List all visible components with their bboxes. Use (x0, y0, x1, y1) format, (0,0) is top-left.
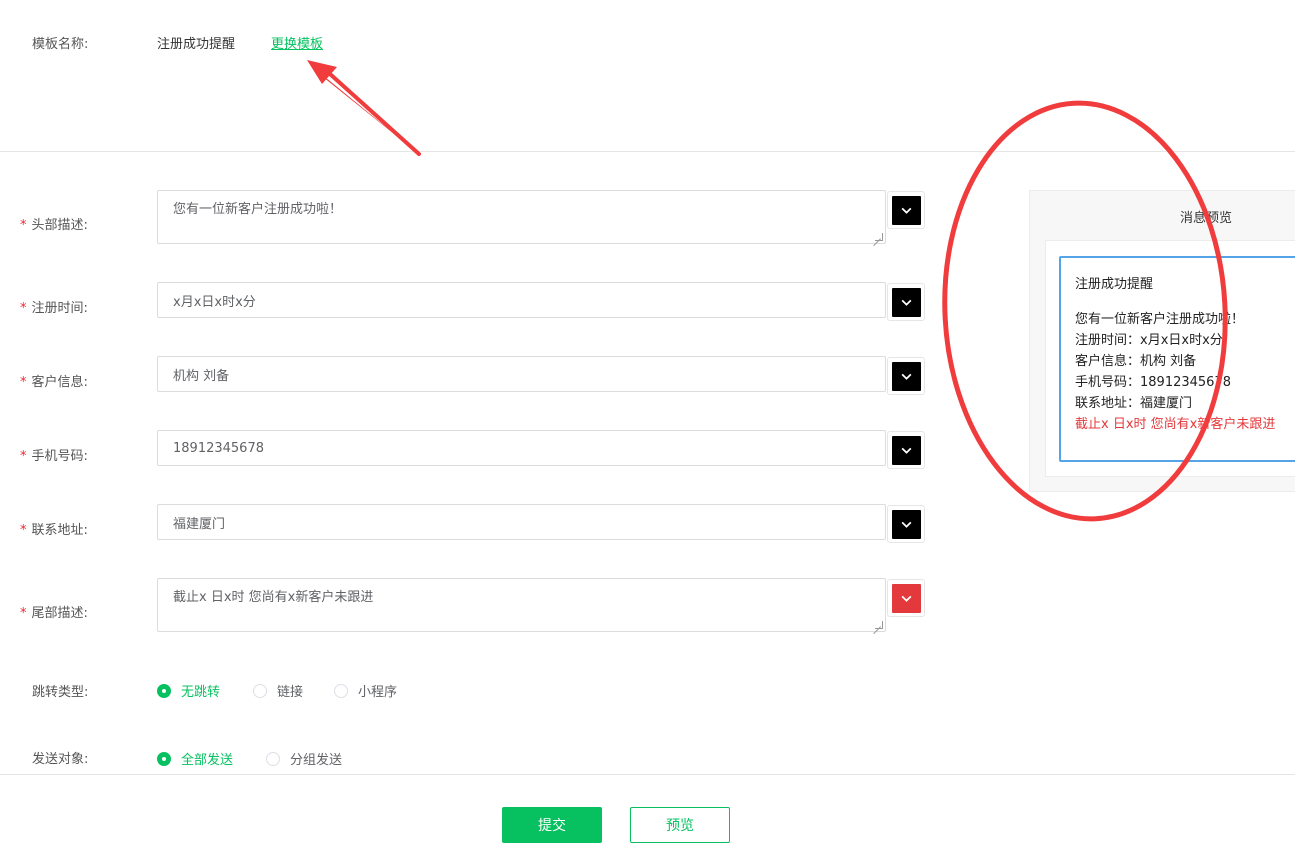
send-target-label: 发送对象: (32, 752, 89, 767)
chevron-down-icon (901, 521, 911, 528)
header-desc-color-picker[interactable] (887, 191, 925, 229)
customer-info-label: * 客户信息: (20, 375, 88, 390)
resize-grip-icon[interactable] (875, 233, 883, 241)
radio-icon (157, 751, 171, 766)
color-swatch (891, 195, 921, 225)
chevron-down-icon (901, 299, 911, 306)
address-input[interactable]: 福建厦门 (157, 504, 886, 540)
section-divider (0, 151, 1295, 152)
phone-color-picker[interactable] (887, 431, 925, 469)
radio-icon (253, 683, 267, 698)
template-name-value: 注册成功提醒 (157, 37, 236, 52)
chevron-down-icon (901, 595, 911, 602)
radio-send-group[interactable]: 分组发送 (266, 749, 342, 768)
preview-card-title: 注册成功提醒 (1075, 277, 1154, 292)
preview-line: 联系地址：福建厦门 (1075, 396, 1193, 411)
color-swatch (891, 583, 921, 613)
footer-desc-label: * 尾部描述: (20, 606, 88, 621)
change-template-link[interactable]: 更换模板 (271, 33, 323, 52)
preview-line: 您有一位新客户注册成功啦！ (1075, 312, 1245, 327)
resize-grip-icon[interactable] (875, 621, 883, 629)
preview-title: 消息预览 (1180, 211, 1233, 226)
address-label: * 联系地址: (20, 523, 88, 538)
customer-info-color-picker[interactable] (887, 357, 925, 395)
footer-desc-color-picker[interactable] (887, 579, 925, 617)
radio-icon (334, 683, 348, 698)
register-time-input[interactable]: x月x日x时x分 (157, 282, 886, 318)
radio-icon (157, 683, 171, 698)
phone-input[interactable]: 18912345678 (157, 430, 886, 466)
register-time-color-picker[interactable] (887, 283, 925, 321)
footer-divider (0, 774, 1295, 775)
preview-line: 手机号码：18912345678 (1075, 375, 1231, 390)
color-swatch (891, 509, 921, 539)
chevron-down-icon (901, 207, 911, 214)
phone-label: * 手机号码: (20, 449, 88, 464)
customer-info-input[interactable]: 机构 刘备 (157, 356, 886, 392)
annotation-arrow-icon (307, 60, 421, 156)
radio-link[interactable]: 链接 (253, 681, 303, 700)
register-time-label: * 注册时间: (20, 301, 88, 316)
radio-icon (266, 751, 280, 766)
template-name-label: 模板名称: (32, 37, 89, 52)
radio-send-all[interactable]: 全部发送 (157, 749, 233, 768)
submit-button[interactable]: 提交 (502, 807, 602, 843)
header-desc-label: * 头部描述: (20, 218, 88, 233)
chevron-down-icon (901, 373, 911, 380)
color-swatch (891, 287, 921, 317)
color-swatch (891, 361, 921, 391)
address-color-picker[interactable] (887, 505, 925, 543)
chevron-down-icon (901, 447, 911, 454)
preview-line-highlight: 截止x 日x时 您尚有x新客户未跟进 (1075, 417, 1276, 432)
color-swatch (891, 435, 921, 465)
radio-mini-program[interactable]: 小程序 (334, 681, 397, 700)
preview-button[interactable]: 预览 (630, 807, 730, 843)
preview-line: 注册时间：x月x日x时x分 (1075, 333, 1223, 348)
header-desc-textarea[interactable]: 您有一位新客户注册成功啦！ (157, 190, 886, 244)
radio-no-jump[interactable]: 无跳转 (157, 681, 220, 700)
preview-line: 客户信息：机构 刘备 (1075, 354, 1197, 369)
footer-desc-textarea[interactable]: 截止x 日x时 您尚有x新客户未跟进 (157, 578, 886, 632)
jump-type-label: 跳转类型: (32, 685, 89, 700)
